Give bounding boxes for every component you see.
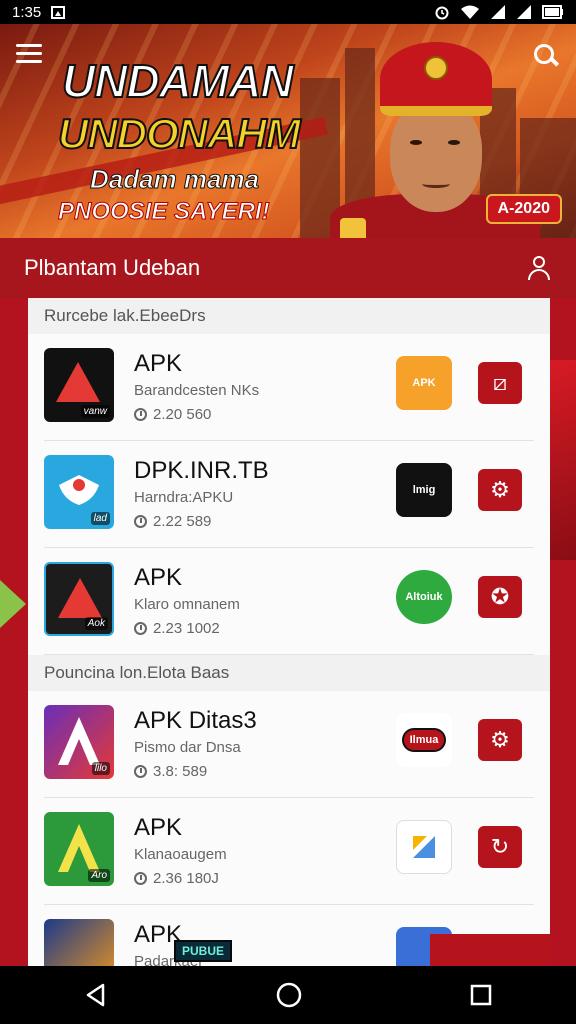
signal-icon — [517, 5, 531, 19]
app-name: APK — [134, 564, 183, 591]
section-header: Plbantam Udeban — [0, 238, 576, 298]
clock-icon — [134, 872, 147, 885]
app-subtitle: Klaro omnanem — [134, 596, 240, 613]
link-icon: ⧄ — [493, 370, 507, 395]
app-subtitle: Pismo dar Dnsa — [134, 739, 241, 756]
emblem-icon — [424, 56, 448, 80]
navigation-bar — [0, 966, 576, 1024]
list-item[interactable]: lilo APK Ditas3 Pismo dar Dnsa 3.8: 589 … — [44, 691, 534, 798]
clock-icon — [134, 765, 147, 778]
app-name: DPK.INR.TB — [134, 457, 269, 484]
app-icon: Aro — [44, 812, 114, 886]
app-subtitle: Barandcesten NKs — [134, 382, 260, 399]
decoration-corner — [430, 934, 550, 968]
publisher-logo: lmig — [396, 463, 452, 517]
settings-icon: ✪ — [490, 584, 510, 609]
link-button[interactable]: ⧄ — [478, 362, 522, 404]
settings-button[interactable]: ✪ — [478, 576, 522, 618]
back-button[interactable] — [83, 982, 109, 1008]
banner-badge: A-2020 — [485, 194, 562, 224]
image-icon — [51, 5, 66, 19]
app-icon: Aok — [44, 562, 114, 636]
publisher-logo: APK — [396, 356, 452, 410]
app-meta: 2.23 1002 — [134, 620, 220, 637]
clock-icon — [134, 515, 147, 528]
clock-icon — [134, 408, 147, 421]
app-meta: 2.22 589 — [134, 513, 211, 530]
signal-icon — [491, 5, 505, 19]
user-icon[interactable] — [526, 255, 552, 281]
clock-icon — [134, 622, 147, 635]
wifi-icon — [461, 5, 479, 19]
refresh-button[interactable]: ↻ — [478, 826, 522, 868]
promo-banner[interactable]: UNDAMAN UNDONAHM Dadam mama PNOOSIE SAYE… — [0, 24, 576, 238]
app-icon: vanw — [44, 348, 114, 422]
home-button[interactable] — [275, 981, 303, 1009]
app-icon: lilo — [44, 705, 114, 779]
group-label: Pouncina lon.Elota Baas — [28, 655, 550, 691]
banner-tagline: PNOOSIE SAYERI! — [58, 198, 271, 226]
decoration-left — [0, 580, 26, 628]
app-icon — [44, 919, 114, 968]
publisher-logo: Altoiuk — [396, 570, 452, 624]
list-item[interactable]: vanw APK Barandcesten NKs 2.20 560 APK ⧄ — [44, 334, 534, 441]
list-item[interactable]: Aro APK Klanaoaugem 2.36 180J ↻ — [44, 798, 534, 905]
publisher-logo: Ilmua — [396, 713, 452, 767]
promo-chip[interactable]: PUBUE — [174, 940, 233, 962]
app-name: APK Ditas3 — [134, 707, 257, 734]
status-bar: 1:35 — [0, 0, 576, 24]
app-meta: 3.8: 589 — [134, 763, 207, 780]
battery-icon — [542, 5, 563, 19]
list-item[interactable]: Aok APK Klaro omnanem 2.23 1002 Altoiuk … — [44, 548, 534, 655]
settings-button[interactable]: ⚙ — [478, 719, 522, 761]
section-title: Plbantam Udeban — [24, 255, 201, 280]
list-item[interactable]: lad DPK.INR.TB Harndra:APKU 2.22 589 lmi… — [44, 441, 534, 548]
alarm-icon — [435, 6, 449, 20]
banner-title-2: UNDONAHM — [57, 109, 302, 158]
gear-icon: ⚙ — [490, 477, 510, 502]
refresh-icon: ↻ — [490, 834, 510, 859]
menu-icon[interactable] — [16, 44, 42, 64]
banner-subtitle: Dadam mama — [89, 164, 260, 195]
badge-icon — [340, 218, 366, 238]
recents-button[interactable] — [469, 983, 493, 1007]
app-name: APK — [134, 814, 183, 841]
banner-title: UNDAMAN — [61, 54, 295, 108]
app-subtitle: Klanaoaugem — [134, 846, 227, 863]
group-label: Rurcebe lak.EbeeDrs — [28, 298, 550, 334]
app-icon: lad — [44, 455, 114, 529]
publisher-logo — [396, 820, 452, 874]
app-name: APK — [134, 350, 183, 377]
decoration-right — [546, 360, 576, 560]
app-subtitle: Harndra:APKU — [134, 489, 234, 506]
app-meta: 2.20 560 — [134, 406, 211, 423]
app-list[interactable]: Rurcebe lak.EbeeDrs vanw APK Barandceste… — [28, 298, 550, 968]
settings-button[interactable]: ⚙ — [478, 469, 522, 511]
status-time: 1:35 — [12, 3, 42, 21]
app-meta: 2.36 180J — [134, 870, 219, 887]
gear-icon: ⚙ — [490, 727, 510, 752]
